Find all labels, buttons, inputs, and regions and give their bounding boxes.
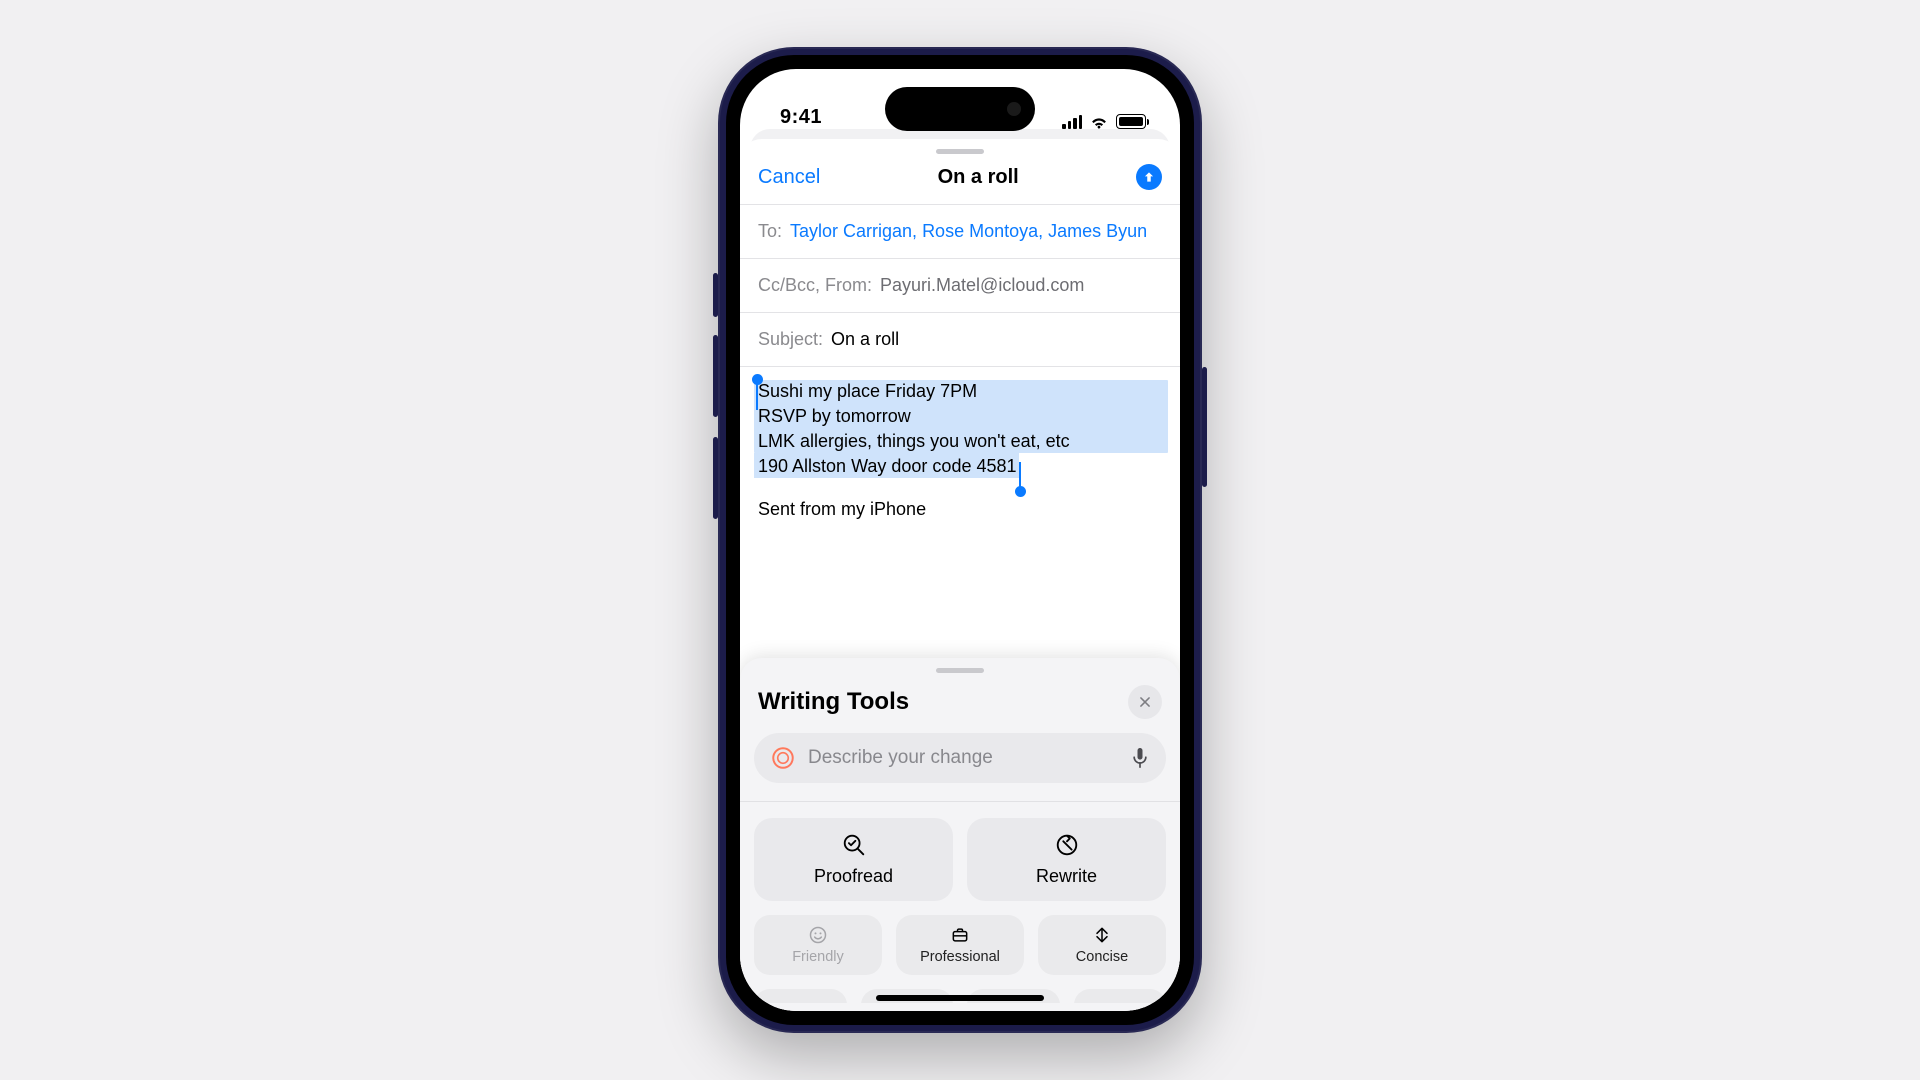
sheet-grabber[interactable]	[936, 668, 984, 673]
arrow-up-icon	[1142, 170, 1156, 184]
to-recipients[interactable]: Taylor Carrigan, Rose Montoya, James Byu…	[790, 221, 1147, 242]
apple-intelligence-icon	[770, 745, 796, 771]
selection-start-handle[interactable]	[752, 374, 763, 385]
concise-button[interactable]: Concise	[1038, 915, 1166, 975]
side-button	[1202, 367, 1207, 487]
selected-text[interactable]: Sushi my place Friday 7PMRSVP by tomorro…	[758, 379, 1162, 479]
smile-icon	[808, 925, 828, 945]
subject-value: On a roll	[831, 329, 899, 350]
send-button[interactable]	[1136, 164, 1162, 190]
writing-tools-title: Writing Tools	[758, 688, 909, 716]
cancel-button[interactable]: Cancel	[758, 166, 820, 189]
home-indicator[interactable]	[876, 995, 1044, 1001]
writing-tools-sheet: Writing Tools	[740, 658, 1180, 1011]
selection-end-handle[interactable]	[1015, 486, 1026, 497]
close-icon	[1138, 695, 1152, 709]
compose-sheet: Cancel On a roll To: Taylor Carrigan, Ro…	[740, 139, 1180, 1011]
magnifier-check-icon	[841, 832, 867, 858]
side-button	[713, 273, 718, 317]
from-address: Payuri.Matel@icloud.com	[880, 275, 1084, 296]
status-time: 9:41	[780, 106, 822, 129]
proofread-button[interactable]: Proofread	[754, 818, 953, 901]
rewrite-label: Rewrite	[1036, 866, 1097, 887]
side-button	[713, 437, 718, 519]
ccbcc-from-field[interactable]: Cc/Bcc, From: Payuri.Matel@icloud.com	[740, 259, 1180, 312]
rewrite-icon	[1054, 832, 1080, 858]
compose-title: On a roll	[938, 166, 1019, 189]
concise-label: Concise	[1076, 949, 1128, 965]
microphone-icon[interactable]	[1130, 746, 1150, 770]
describe-change-input[interactable]: Describe your change	[754, 733, 1166, 783]
subject-field[interactable]: Subject: On a roll	[740, 313, 1180, 366]
friendly-button[interactable]: Friendly	[754, 915, 882, 975]
proofread-label: Proofread	[814, 866, 893, 887]
rewrite-button[interactable]: Rewrite	[967, 818, 1166, 901]
signature: Sent from my iPhone	[758, 497, 1162, 522]
side-button	[713, 335, 718, 417]
to-field[interactable]: To: Taylor Carrigan, Rose Montoya, James…	[740, 205, 1180, 258]
dynamic-island	[885, 87, 1035, 131]
battery-icon	[1116, 114, 1146, 129]
briefcase-icon	[950, 925, 970, 945]
friendly-label: Friendly	[792, 949, 844, 965]
professional-button[interactable]: Professional	[896, 915, 1024, 975]
subject-label: Subject:	[758, 329, 823, 350]
wifi-icon	[1089, 114, 1109, 129]
close-button[interactable]	[1128, 685, 1162, 719]
camera-dot-icon	[1007, 102, 1021, 116]
describe-placeholder: Describe your change	[808, 747, 1118, 769]
cellular-icon	[1062, 115, 1082, 129]
concise-icon	[1092, 925, 1112, 945]
screen: 9:41 Cance	[740, 69, 1180, 1011]
to-label: To:	[758, 221, 782, 242]
professional-label: Professional	[920, 949, 1000, 965]
iphone-frame: 9:41 Cance	[718, 47, 1202, 1033]
ccbcc-label: Cc/Bcc, From:	[758, 275, 872, 296]
